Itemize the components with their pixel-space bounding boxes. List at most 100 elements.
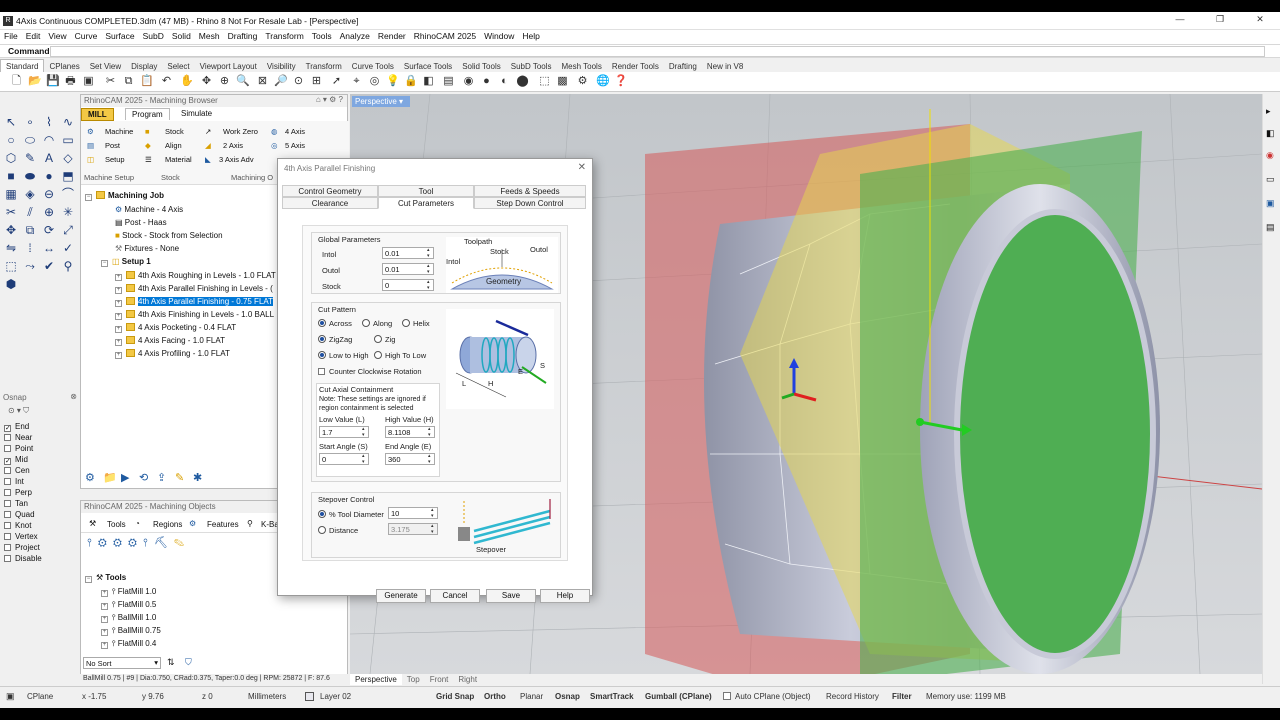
- flat-mill-icon[interactable]: ⫯: [87, 537, 92, 549]
- zoom-window-icon[interactable]: 🔍: [236, 75, 250, 88]
- point-icon[interactable]: ∘: [22, 114, 38, 130]
- osnap-vertex[interactable]: Vertex: [4, 532, 38, 541]
- osnap-close-icon[interactable]: ⊗: [70, 392, 77, 401]
- expand-icon[interactable]: +: [115, 339, 122, 346]
- osnap-disable[interactable]: Disable: [4, 554, 42, 563]
- status-grid-snap[interactable]: Grid Snap: [436, 692, 474, 701]
- curve-icon[interactable]: ∿: [60, 114, 76, 130]
- expand-icon[interactable]: +: [101, 616, 108, 623]
- menu-tools[interactable]: Tools: [308, 30, 336, 41]
- save-button[interactable]: Save: [486, 589, 536, 603]
- analyze-icon[interactable]: ✓: [60, 240, 76, 256]
- tab-tools[interactable]: Tools: [107, 520, 126, 529]
- tree-item-stock[interactable]: ■ Stock - Stock from Selection: [115, 231, 223, 240]
- toolpath-op-icon[interactable]: ⟲: [139, 471, 148, 484]
- menu-render[interactable]: Render: [374, 30, 410, 41]
- cage-edit-icon[interactable]: ⬚: [3, 258, 19, 274]
- check-icon[interactable]: ✔: [41, 258, 57, 274]
- auto-cplane-checkbox-icon[interactable]: [723, 692, 731, 700]
- tool-item[interactable]: + ⫯ FlatMill 1.0: [101, 587, 156, 597]
- tree-item-setup[interactable]: − ◫ Setup 1: [101, 257, 151, 267]
- join-icon[interactable]: ⊕: [41, 204, 57, 220]
- polygon-icon[interactable]: ⬡: [3, 150, 19, 166]
- tool-item[interactable]: + ⫯ BallMill 0.75: [101, 626, 161, 636]
- view-tab-right[interactable]: Right: [453, 674, 482, 685]
- explode-icon[interactable]: ✳: [60, 204, 76, 220]
- select-icon[interactable]: ➚: [330, 75, 343, 88]
- expand-icon[interactable]: +: [115, 313, 122, 320]
- info-op-icon[interactable]: ✎: [175, 471, 184, 484]
- status-units[interactable]: Millimeters: [248, 692, 286, 701]
- minimize-icon[interactable]: —: [1160, 14, 1200, 28]
- freeform-icon[interactable]: ✎: [22, 150, 38, 166]
- tree-item-post[interactable]: ▤ Post - Haas: [115, 218, 167, 227]
- osnap-options-icon[interactable]: ⊙ ▾ ⛉: [8, 406, 29, 416]
- radio-distance[interactable]: Distance: [318, 526, 358, 535]
- tree-item-machine[interactable]: ⚙ Machine - 4 Axis: [115, 205, 183, 214]
- osnap-quad[interactable]: Quad: [4, 510, 35, 519]
- settings-op-icon[interactable]: ✱: [193, 471, 202, 484]
- undo-icon[interactable]: ↶: [160, 75, 173, 88]
- boolean-icon[interactable]: ⊖: [41, 186, 57, 202]
- tap-icon[interactable]: ⛏: [154, 537, 168, 549]
- panel-options-icon[interactable]: ⌂ ▾ ⚙ ?: [316, 95, 343, 104]
- tab-tool[interactable]: Tool: [378, 185, 474, 197]
- osnap-end[interactable]: ✓ End: [4, 422, 29, 432]
- status-smarttrack[interactable]: SmartTrack: [590, 692, 634, 701]
- tree-item-op[interactable]: +4th Axis Finishing in Levels - 1.0 BALL: [115, 310, 274, 320]
- ellipse-icon[interactable]: ⬭: [22, 132, 38, 148]
- panel-expand-icon[interactable]: ▸: [1266, 106, 1271, 117]
- mirror-icon[interactable]: ⇋: [3, 240, 19, 256]
- ribbon-material[interactable]: Material: [165, 155, 192, 164]
- help-button[interactable]: Help: [540, 589, 590, 603]
- high-value-input[interactable]: 8.1108: [385, 426, 435, 438]
- rhinocam-panel-icon[interactable]: ▣: [1266, 198, 1275, 209]
- extrude-icon[interactable]: ⬒: [60, 168, 76, 184]
- collapse-icon[interactable]: −: [85, 194, 92, 201]
- menu-transform[interactable]: Transform: [261, 30, 307, 41]
- paste-icon[interactable]: 📋: [140, 75, 154, 88]
- flow-icon[interactable]: ⤳: [22, 258, 38, 274]
- tool-item[interactable]: + ⫯ FlatMill 0.5: [101, 600, 156, 610]
- osnap-knot[interactable]: Knot: [4, 521, 31, 530]
- ribbon-align[interactable]: Align: [165, 141, 182, 150]
- ribbon-post[interactable]: Post: [105, 141, 120, 150]
- cancel-button[interactable]: Cancel: [430, 589, 480, 603]
- properties-panel-icon[interactable]: ◧: [1266, 128, 1275, 139]
- print-icon[interactable]: 🖶: [64, 75, 77, 88]
- menu-file[interactable]: File: [0, 30, 22, 41]
- tree-item-op[interactable]: +4 Axis Profiling - 1.0 FLAT: [115, 349, 230, 359]
- ribbon-5-axis[interactable]: 5 Axis: [285, 141, 305, 150]
- expand-icon[interactable]: +: [115, 326, 122, 333]
- radio-zig[interactable]: Zig: [374, 335, 395, 344]
- expand-icon[interactable]: +: [101, 590, 108, 597]
- zoom-dynamic-icon[interactable]: ⊙: [292, 75, 305, 88]
- status-filter[interactable]: Filter: [892, 692, 912, 701]
- collapse-icon[interactable]: −: [85, 576, 92, 583]
- status-ortho[interactable]: Ortho: [484, 692, 506, 701]
- status-cplane[interactable]: CPlane: [27, 692, 53, 701]
- ribbon-setup[interactable]: Setup: [105, 155, 125, 164]
- ribbon-3-axis-adv[interactable]: 3 Axis Adv: [219, 155, 254, 164]
- radio-across[interactable]: Across: [318, 319, 352, 328]
- zoom-extents-icon[interactable]: ⊠: [256, 75, 269, 88]
- tree-item-op[interactable]: +4th Axis Parallel Finishing in Levels -…: [115, 284, 273, 294]
- lock-icon[interactable]: 🔒: [404, 75, 418, 88]
- menu-solid[interactable]: Solid: [168, 30, 195, 41]
- layer-icon[interactable]: ◧: [422, 75, 435, 88]
- rotate-view-icon[interactable]: ✥: [200, 75, 213, 88]
- ribbon-work-zero[interactable]: Work Zero: [223, 127, 258, 136]
- tool-item[interactable]: + ⫯ BallMill 1.0: [101, 613, 156, 623]
- fillet-icon[interactable]: ⌒: [60, 186, 76, 202]
- status-planar[interactable]: Planar: [520, 692, 543, 701]
- radio-helix[interactable]: Helix: [402, 319, 430, 328]
- rotate-icon[interactable]: ⟳: [41, 222, 57, 238]
- status-panel-icon[interactable]: ▣: [6, 691, 15, 702]
- viewport-title-tab[interactable]: Perspective ▾: [352, 96, 410, 107]
- ball-mill-icon[interactable]: ⚙: [98, 537, 107, 549]
- menu-mesh[interactable]: Mesh: [195, 30, 224, 41]
- collapse-icon[interactable]: −: [101, 260, 108, 267]
- subd-icon[interactable]: ◈: [22, 186, 38, 202]
- osnap-icon[interactable]: ◎: [368, 75, 381, 88]
- tree-item-tools-root[interactable]: − ⚒ Tools: [85, 573, 126, 583]
